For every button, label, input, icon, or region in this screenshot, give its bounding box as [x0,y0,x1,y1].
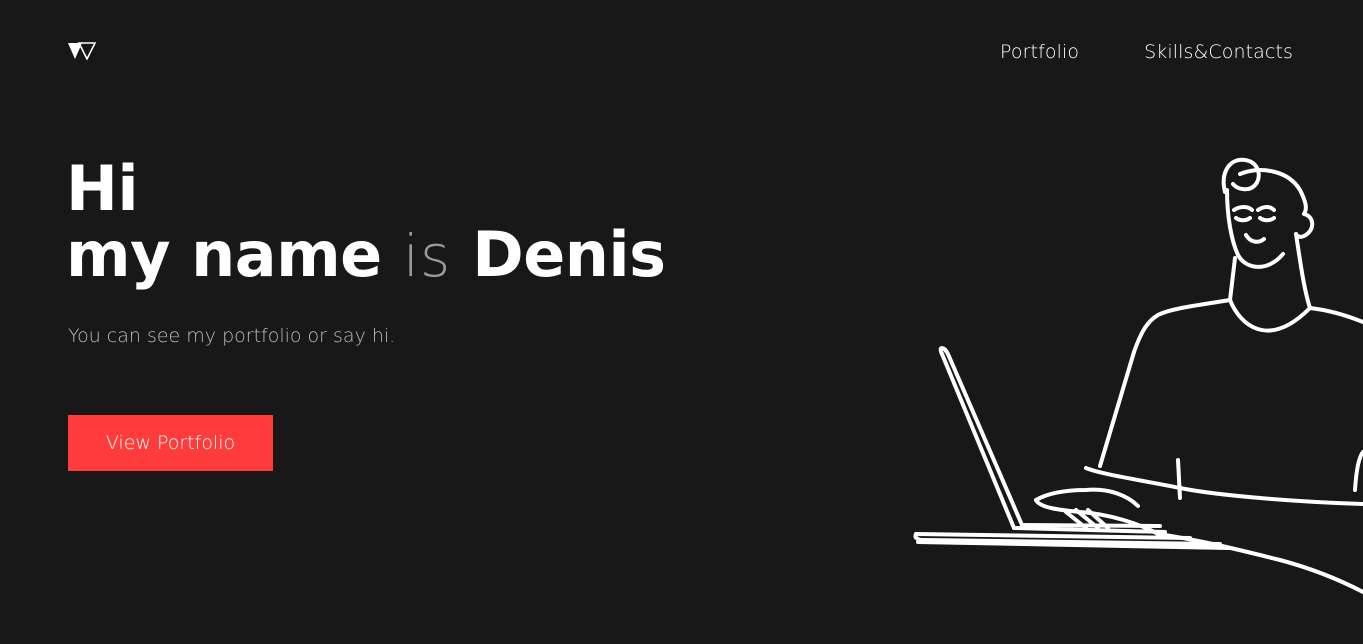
logo-icon[interactable] [68,42,96,60]
main-nav: Portfolio Skills&Contacts [1000,38,1293,66]
nav-link-skills-contacts[interactable]: Skills&Contacts [1144,38,1293,66]
developer-illustration [913,157,1363,594]
hero-title: Hi my name is Denis [66,156,666,291]
hero-name-prefix: my name [66,218,382,291]
hero-greeting: Hi [66,152,139,225]
nav-link-portfolio[interactable]: Portfolio [1000,38,1079,66]
hero-subtitle: You can see my portfolio or say hi. [68,325,396,347]
hero-name-connector: is [402,222,452,290]
hero-name: Denis [472,218,666,291]
view-portfolio-button[interactable]: View Portfolio [68,415,273,471]
